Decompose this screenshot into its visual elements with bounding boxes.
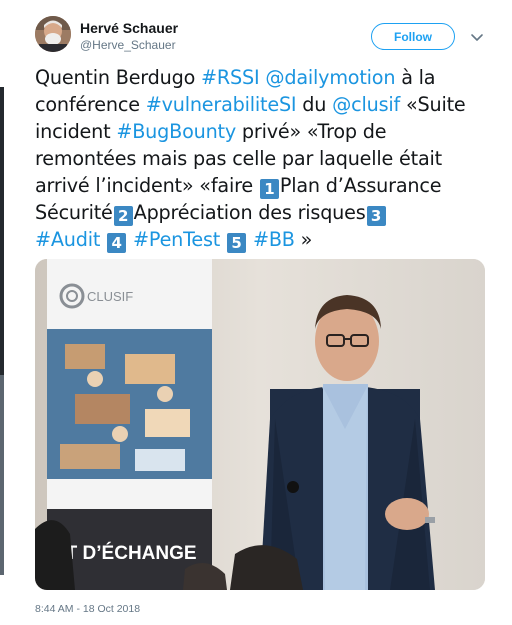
tweet-text-segment: arrivé l’incident» «faire (35, 174, 259, 197)
tweet-line: remontées mais pas celle par laquelle ét… (35, 145, 485, 172)
tweet-text: Quentin Berdugo #RSSI @dailymotion à la c… (35, 64, 485, 253)
hashtag-link[interactable]: #PenTest (133, 228, 220, 251)
banner-caption-label: ET D’ÉCHANGE (53, 542, 197, 564)
tweet-text-segment: «Suite (400, 93, 466, 116)
keycap-emoji-2: 2 (113, 206, 133, 226)
keycap-emoji-3: 3 (366, 206, 386, 226)
tweet-text-segment: Appréciation des risques (133, 201, 366, 224)
banner-brand-label: CLUSIF (87, 289, 133, 304)
tweet-line: Sécurité 2 Appréciation des risques 3 (35, 199, 485, 226)
follow-button[interactable]: Follow (371, 23, 455, 50)
author-handle[interactable]: @Herve_Schauer (80, 38, 176, 52)
tweet-text-segment (100, 228, 106, 251)
tweet-text-segment: à la (395, 66, 436, 89)
keycap-emoji-1: 1 (259, 179, 279, 199)
author-name[interactable]: Hervé Schauer (80, 20, 178, 36)
hashtag-link[interactable]: #Audit (35, 228, 100, 251)
tweet-line: #Audit 4 #PenTest 5 #BB » (35, 226, 485, 253)
chevron-down-icon[interactable] (470, 30, 484, 44)
tweet-text-segment: Quentin Berdugo (35, 66, 202, 89)
background-edge-lower (0, 375, 4, 575)
tweet-text-segment: incident (35, 120, 117, 143)
background-edge (0, 87, 4, 375)
tweet-text-segment: conférence (35, 93, 146, 116)
hashtag-link[interactable]: #vulnerabiliteSI (146, 93, 297, 116)
hashtag-link[interactable]: #BugBounty (116, 120, 236, 143)
tweet-line: incident #BugBounty privé» «Trop de (35, 118, 485, 145)
mention-link[interactable]: @clusif (332, 93, 400, 116)
hashtag-link[interactable]: #BB (253, 228, 295, 251)
tweet-timestamp[interactable]: 8:44 AM - 18 Oct 2018 (35, 603, 140, 615)
mention-link[interactable]: @dailymotion (265, 66, 395, 89)
tweet-line: conférence #vulnerabiliteSI du @clusif «… (35, 91, 485, 118)
tweet-text-segment (220, 228, 226, 251)
keycap-emoji-5: 5 (227, 233, 247, 253)
tweet-line: arrivé l’incident» «faire 1 Plan d’Assura… (35, 172, 485, 199)
tweet-line: Quentin Berdugo #RSSI @dailymotion à la (35, 64, 485, 91)
tweet-text-segment: remontées mais pas celle par laquelle ét… (35, 147, 442, 170)
keycap-emoji-4: 4 (107, 233, 127, 253)
tweet-text-segment: Sécurité (35, 201, 113, 224)
tweet-text-segment: » (294, 228, 313, 251)
tweet-text-segment: du (296, 93, 333, 116)
conference-photo: CLUSIF ET D’ÉCHANGE (35, 259, 485, 590)
tweet-photo[interactable]: CLUSIF ET D’ÉCHANGE (35, 259, 485, 590)
tweet-text-segment: Plan d’Assurance (279, 174, 442, 197)
hashtag-link[interactable]: #RSSI (201, 66, 260, 89)
avatar[interactable] (35, 16, 71, 52)
tweet-header: Hervé Schauer @Herve_Schauer Follow (0, 0, 512, 60)
tweet-text-segment: privé» «Trop de (236, 120, 387, 143)
